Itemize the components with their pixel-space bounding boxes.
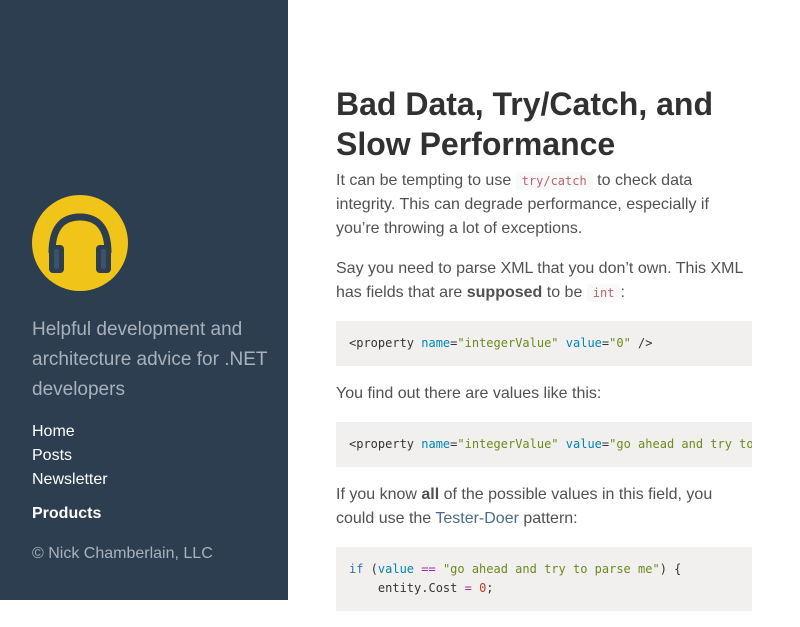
inline-code: int <box>586 284 621 302</box>
text: : <box>620 284 625 301</box>
code-token: "0" <box>609 336 631 350</box>
code-token: ; <box>486 581 494 595</box>
code-token: "go ahead and try to parse me" <box>442 562 660 576</box>
code-token: <property <box>349 437 422 451</box>
code-token: name <box>421 336 451 350</box>
text: It can be tempting to use <box>336 172 516 189</box>
code-token: /> <box>630 336 653 350</box>
paragraph-intro: It can be tempting to use try/catch to c… <box>336 169 752 241</box>
code-block-1: <property name="integerValue" value="0" … <box>336 321 752 366</box>
code-block-3: if (value == "go ahead and try to parse … <box>336 547 752 611</box>
sidebar-nav: Home Posts Newsletter <box>32 420 108 492</box>
code-token: name <box>421 437 451 451</box>
text: pattern: <box>518 510 578 527</box>
code-token: value <box>565 336 602 350</box>
inline-code: try/catch <box>515 172 593 190</box>
copyright: © Nick Chamberlain, LLC <box>32 545 213 562</box>
paragraph-xml: Say you need to parse XML that you don’t… <box>336 257 752 305</box>
bold-text: supposed <box>466 284 543 301</box>
headphones-icon[interactable] <box>32 195 128 291</box>
code-token: value <box>377 562 415 576</box>
site-tagline: Helpful development and architecture adv… <box>32 319 268 400</box>
text: If you know <box>336 486 422 503</box>
sidebar: Helpful development and architecture adv… <box>0 0 288 600</box>
code-token: value <box>565 437 602 451</box>
article: Bad Data, Try/Catch, and Slow Performanc… <box>336 84 752 627</box>
nav-posts-link[interactable]: Posts <box>32 444 108 468</box>
code-token: "integerValue" <box>457 437 559 451</box>
tester-doer-link[interactable]: Tester-Doer <box>435 510 519 527</box>
paragraph-values: You find out there are values like this: <box>336 385 602 402</box>
nav-newsletter-link[interactable]: Newsletter <box>32 468 108 492</box>
bold-text: all <box>421 486 440 503</box>
nav-home-link[interactable]: Home <box>32 420 108 444</box>
code-token: = <box>464 581 472 595</box>
code-block-2[interactable]: <property name="integerValue" value="go … <box>336 422 752 467</box>
code-token: "go ahead and try to parse me" /> <box>609 437 752 451</box>
paragraph-tester-doer: If you know all of the possible values i… <box>336 483 752 531</box>
code-token: ( <box>363 562 378 576</box>
code-token: entity.Cost <box>349 581 465 595</box>
code-token: <property <box>349 336 422 350</box>
code-token: if <box>349 562 364 576</box>
code-token: ) { <box>659 562 682 576</box>
text: to be <box>542 284 587 301</box>
article-title: Bad Data, Try/Catch, and Slow Performanc… <box>336 86 713 162</box>
code-token: == <box>414 562 443 576</box>
code-token: "integerValue" <box>457 336 559 350</box>
nav-products-link[interactable]: Products <box>32 505 101 523</box>
